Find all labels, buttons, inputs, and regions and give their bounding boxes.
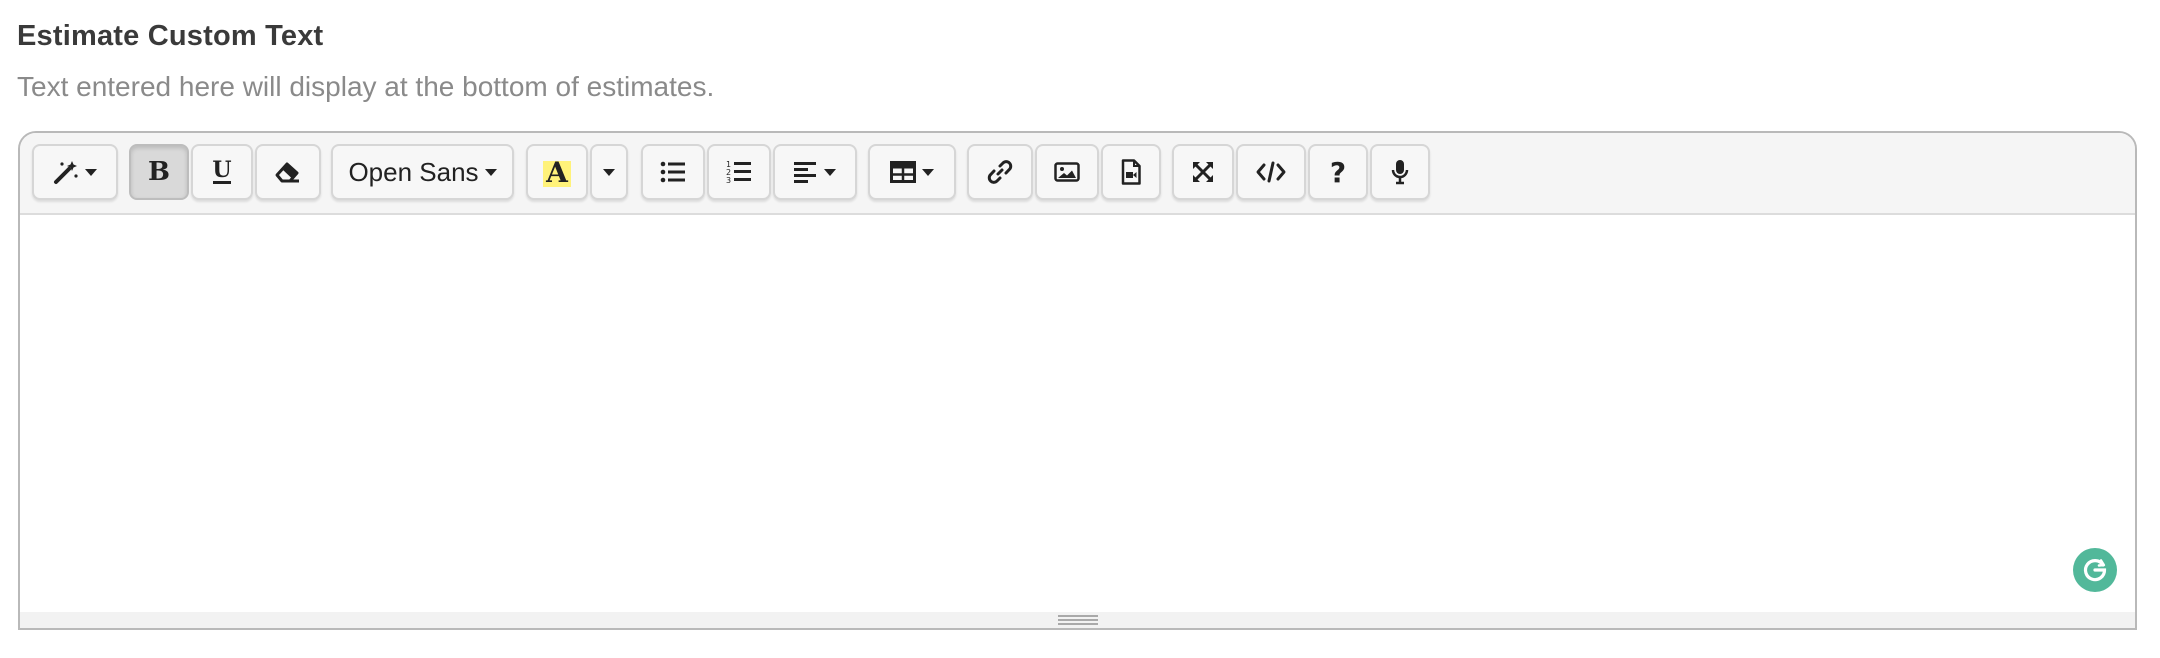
numbered-list-button[interactable]: 1 2 3 — [707, 144, 771, 200]
question-icon: ? — [1328, 158, 1348, 186]
editor-toolbar: B U Open Sans A 1 2 3 ? — [20, 133, 2135, 215]
underline-icon: U — [210, 158, 234, 186]
magic-wand-icon — [53, 159, 79, 185]
eraser-icon — [275, 160, 301, 184]
fullscreen-button[interactable] — [1172, 144, 1234, 200]
chevron-down-icon — [603, 168, 615, 176]
svg-text:B: B — [148, 158, 170, 186]
grammarly-icon[interactable] — [2073, 548, 2117, 592]
bold-button[interactable]: B — [129, 144, 189, 200]
table-icon — [890, 161, 916, 183]
rich-text-editor: B U Open Sans A 1 2 3 ? — [18, 131, 2137, 630]
insert-image-button[interactable] — [1035, 144, 1099, 200]
section-subtitle: Text entered here will display at the bo… — [17, 71, 715, 102]
expand-icon — [1191, 160, 1215, 184]
align-left-icon — [794, 161, 818, 183]
insert-video-button[interactable] — [1101, 144, 1161, 200]
help-button[interactable]: ? — [1308, 144, 1368, 200]
font-family-label: Open Sans — [348, 156, 479, 187]
section-title: Estimate Custom Text — [17, 20, 324, 52]
chevron-down-icon — [824, 168, 836, 176]
text-color-button[interactable]: A — [526, 144, 588, 200]
editor-content-area[interactable] — [20, 215, 2135, 612]
color-dropdown-button[interactable] — [590, 144, 628, 200]
grip-icon — [1057, 615, 1098, 627]
svg-text:U: U — [212, 158, 231, 183]
chevron-down-icon — [85, 168, 97, 176]
resize-handle[interactable] — [20, 612, 2135, 628]
insert-link-button[interactable] — [967, 144, 1033, 200]
highlight-color-icon: A — [543, 155, 571, 189]
link-icon — [987, 159, 1013, 185]
file-video-icon — [1121, 159, 1141, 185]
clear-format-button[interactable] — [255, 144, 321, 200]
chevron-down-icon — [922, 168, 934, 176]
style-button[interactable] — [32, 144, 118, 200]
bold-icon: B — [147, 158, 171, 186]
svg-text:3: 3 — [726, 176, 731, 184]
font-family-dropdown[interactable]: Open Sans — [331, 144, 514, 200]
paragraph-align-button[interactable] — [773, 144, 857, 200]
highlight-letter: A — [546, 155, 568, 189]
table-button[interactable] — [868, 144, 956, 200]
dictation-button[interactable] — [1370, 144, 1430, 200]
microphone-icon — [1391, 159, 1409, 185]
svg-text:?: ? — [1330, 158, 1346, 186]
numbered-list-icon: 1 2 3 — [726, 160, 752, 184]
underline-button[interactable]: U — [191, 144, 253, 200]
image-icon — [1054, 162, 1080, 182]
bullet-list-icon — [660, 161, 686, 183]
bullet-list-button[interactable] — [641, 144, 705, 200]
code-icon — [1256, 161, 1286, 183]
code-view-button[interactable] — [1236, 144, 1306, 200]
chevron-down-icon — [484, 168, 497, 176]
